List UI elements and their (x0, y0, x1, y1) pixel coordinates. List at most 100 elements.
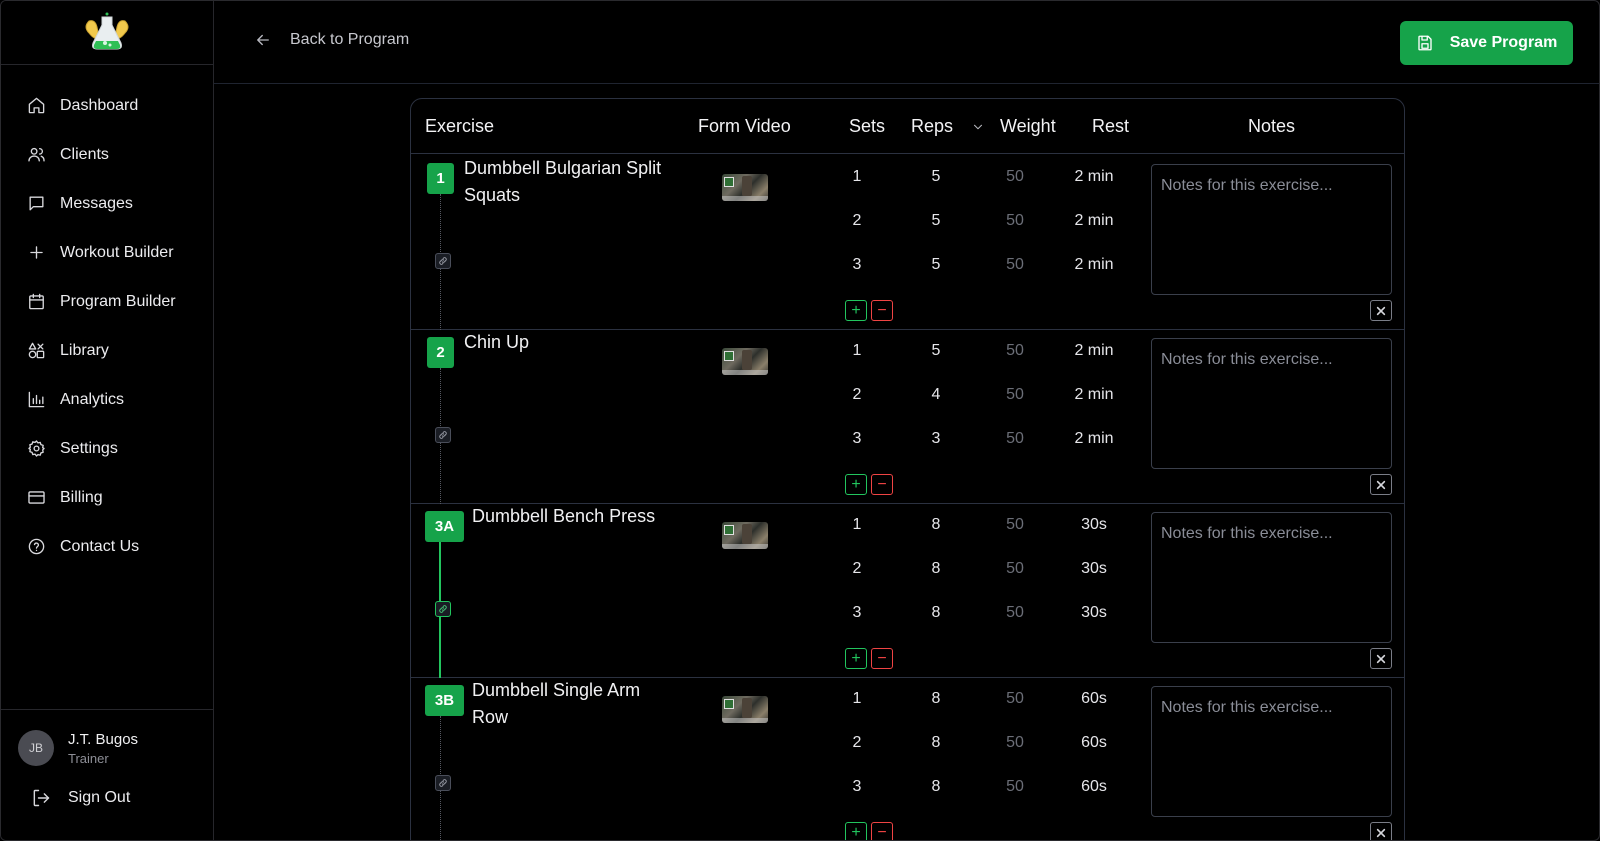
exercise-notes-input[interactable] (1151, 512, 1392, 643)
weight-value[interactable]: 50 (985, 516, 1045, 534)
remove-exercise-button[interactable] (1370, 300, 1392, 321)
add-set-button[interactable]: + (845, 300, 867, 321)
credit-card-icon (28, 491, 45, 504)
rest-value[interactable]: 60s (1059, 690, 1129, 708)
weight-value[interactable]: 50 (985, 386, 1045, 404)
form-video-thumbnail[interactable] (722, 522, 768, 549)
reps-value[interactable]: 5 (906, 212, 966, 230)
sidebar: Dashboard Clients Messages Workout Build… (1, 1, 214, 840)
user-name: J.T. Bugos (68, 730, 139, 748)
rest-value[interactable]: 30s (1059, 604, 1129, 622)
reps-value[interactable]: 5 (906, 168, 966, 186)
user-profile[interactable]: JB J.T. Bugos Trainer (1, 710, 213, 766)
reps-value[interactable]: 3 (906, 430, 966, 448)
rest-value[interactable]: 2 min (1059, 430, 1129, 448)
plus-icon: + (851, 823, 861, 841)
exercise-notes-input[interactable] (1151, 164, 1392, 295)
exercise-order-badge[interactable]: 3B (425, 685, 464, 716)
reps-value[interactable]: 4 (906, 386, 966, 404)
rest-value[interactable]: 60s (1059, 778, 1129, 796)
back-to-program-link[interactable]: Back to Program (254, 31, 409, 49)
exercise-name[interactable]: Dumbbell Bench Press (472, 503, 672, 530)
set-number: 2 (852, 560, 862, 577)
exercise-name[interactable]: Dumbbell Single Arm Row (472, 677, 672, 731)
weight-value[interactable]: 50 (985, 604, 1045, 622)
set-number: 3 (852, 430, 862, 447)
reps-value[interactable]: 8 (906, 778, 966, 796)
sidebar-item-library[interactable]: Library (1, 326, 213, 375)
sidebar-item-program-builder[interactable]: Program Builder (1, 277, 213, 326)
weight-value[interactable]: 50 (985, 430, 1045, 448)
exercise-order-badge[interactable]: 3A (425, 511, 464, 542)
remove-exercise-button[interactable] (1370, 474, 1392, 495)
column-header-reps[interactable]: Reps (911, 116, 953, 137)
reps-value[interactable]: 8 (906, 734, 966, 752)
remove-set-button[interactable]: − (871, 300, 893, 321)
reps-value[interactable]: 8 (906, 560, 966, 578)
column-header-notes: Notes (1248, 116, 1296, 136)
rest-value[interactable]: 2 min (1059, 342, 1129, 360)
link-icon (439, 605, 447, 613)
weight-value[interactable]: 50 (985, 168, 1045, 186)
remove-set-button[interactable]: − (871, 648, 893, 669)
weight-value[interactable]: 50 (985, 690, 1045, 708)
rest-value[interactable]: 2 min (1059, 256, 1129, 274)
logo[interactable] (1, 1, 213, 65)
superset-link-button[interactable] (435, 775, 451, 791)
reps-value[interactable]: 8 (906, 690, 966, 708)
superset-link-button[interactable] (435, 427, 451, 443)
column-header-form-video: Form Video (698, 116, 791, 136)
sign-out-button[interactable]: Sign Out (1, 766, 213, 808)
weight-value[interactable]: 50 (985, 256, 1045, 274)
exercise-notes-input[interactable] (1151, 338, 1392, 469)
remove-exercise-button[interactable] (1370, 822, 1392, 840)
save-program-button[interactable]: Save Program (1400, 21, 1573, 65)
weight-value[interactable]: 50 (985, 778, 1045, 796)
exercise-name[interactable]: Chin Up (464, 329, 664, 356)
sidebar-item-analytics[interactable]: Analytics (1, 375, 213, 424)
chevron-down-icon[interactable] (971, 120, 985, 134)
weight-value[interactable]: 50 (985, 212, 1045, 230)
superset-link-button[interactable] (435, 253, 451, 269)
form-video-thumbnail[interactable] (722, 696, 768, 723)
reps-value[interactable]: 8 (906, 604, 966, 622)
form-video-thumbnail[interactable] (722, 174, 768, 201)
rest-value[interactable]: 2 min (1059, 212, 1129, 230)
sidebar-item-messages[interactable]: Messages (1, 179, 213, 228)
reps-value[interactable]: 5 (906, 256, 966, 274)
sidebar-item-workout-builder[interactable]: Workout Builder (1, 228, 213, 277)
weight-value[interactable]: 50 (985, 560, 1045, 578)
table-row: 2 Chin Up 1 5 50 2 min 2 4 50 2 min 3 3 (411, 329, 1404, 504)
set-number: 3 (852, 604, 862, 621)
user-role: Trainer (68, 750, 109, 766)
remove-set-button[interactable]: − (871, 474, 893, 495)
exercise-notes-input[interactable] (1151, 686, 1392, 817)
rest-value[interactable]: 30s (1059, 560, 1129, 578)
form-video-thumbnail[interactable] (722, 348, 768, 375)
rest-value[interactable]: 2 min (1059, 168, 1129, 186)
home-icon (28, 97, 45, 114)
sidebar-item-clients[interactable]: Clients (1, 130, 213, 179)
reps-value[interactable]: 5 (906, 342, 966, 360)
sidebar-item-billing[interactable]: Billing (1, 473, 213, 522)
add-set-button[interactable]: + (845, 648, 867, 669)
rest-value[interactable]: 2 min (1059, 386, 1129, 404)
rest-value[interactable]: 60s (1059, 734, 1129, 752)
add-set-button[interactable]: + (845, 822, 867, 841)
weight-value[interactable]: 50 (985, 734, 1045, 752)
rest-value[interactable]: 30s (1059, 516, 1129, 534)
sidebar-item-dashboard[interactable]: Dashboard (1, 81, 213, 130)
remove-set-button[interactable]: − (871, 822, 893, 840)
add-set-button[interactable]: + (845, 474, 867, 495)
exercise-name[interactable]: Dumbbell Bulgarian Split Squats (464, 155, 664, 209)
superset-link-button[interactable] (435, 601, 451, 617)
weight-value[interactable]: 50 (985, 342, 1045, 360)
reps-value[interactable]: 8 (906, 516, 966, 534)
sidebar-item-contact-us[interactable]: Contact Us (1, 522, 213, 571)
exercise-order-badge[interactable]: 1 (427, 163, 454, 194)
sidebar-item-settings[interactable]: Settings (1, 424, 213, 473)
remove-exercise-button[interactable] (1370, 648, 1392, 669)
save-icon (1418, 35, 1432, 51)
gear-icon (28, 440, 45, 457)
exercise-order-badge[interactable]: 2 (427, 337, 454, 368)
